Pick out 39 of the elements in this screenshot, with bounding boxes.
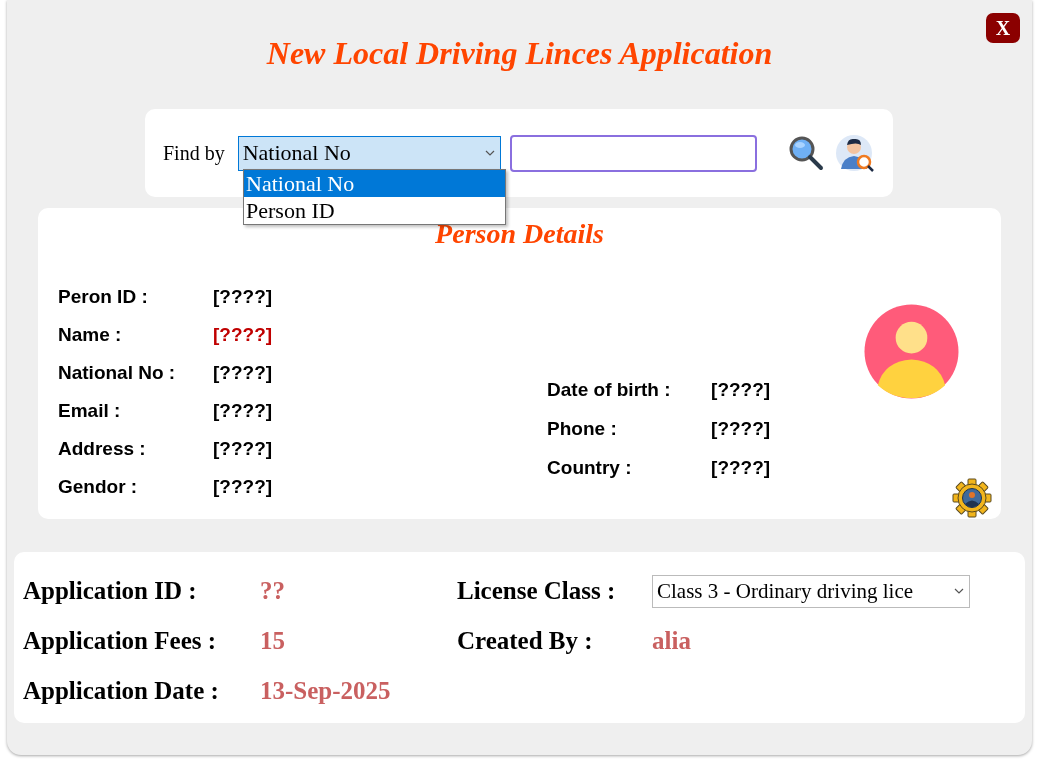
field-label: Email :: [58, 400, 122, 422]
field-label: Gendor :: [58, 476, 139, 498]
settings-icon[interactable]: [952, 478, 992, 518]
close-button[interactable]: X: [986, 13, 1020, 43]
field-value: [????]: [711, 456, 771, 479]
dropdown-option[interactable]: National No: [244, 170, 505, 197]
caret-icon: [954, 588, 964, 594]
field-value: [????]: [213, 400, 273, 422]
person-search-icon[interactable]: [834, 133, 875, 173]
field-value: ??: [260, 577, 286, 605]
filter-dropdown[interactable]: National No: [237, 135, 501, 171]
field-value: [????]: [213, 286, 273, 308]
field-label: Address :: [58, 438, 147, 460]
field-value: alia: [652, 627, 692, 655]
license-class-dropdown[interactable]: Class 3 - Ordinary driving lice: [652, 574, 970, 608]
field-label: National No :: [58, 362, 177, 384]
field-value: [????]: [213, 438, 273, 460]
window-title: New Local Driving Linces Application: [266, 35, 773, 71]
field-label: Application ID :: [23, 577, 198, 605]
field-label: Peron ID :: [58, 286, 149, 308]
caret-icon: [484, 150, 495, 156]
field-value: [????]: [711, 417, 771, 440]
field-label: License Class :: [457, 577, 617, 605]
find-by-label: Find by: [163, 141, 225, 165]
field-label: Created By :: [457, 627, 594, 655]
field-label: Phone :: [547, 417, 618, 440]
field-value: [????]: [213, 362, 273, 384]
field-value: [????]: [213, 476, 273, 498]
search-icon[interactable]: [787, 135, 824, 171]
field-value: [????]: [213, 324, 273, 346]
field-label: Application Date :: [23, 677, 220, 705]
field-label: Application Fees :: [23, 627, 218, 655]
field-value: 13-Sep-2025: [260, 677, 392, 705]
field-label: Country :: [547, 456, 633, 479]
field-value: [????]: [711, 378, 771, 401]
field-label: Date of birth :: [547, 378, 672, 401]
field-label: Name :: [58, 324, 123, 346]
field-value: 15: [260, 627, 286, 655]
search-input-field[interactable]: [509, 134, 757, 172]
